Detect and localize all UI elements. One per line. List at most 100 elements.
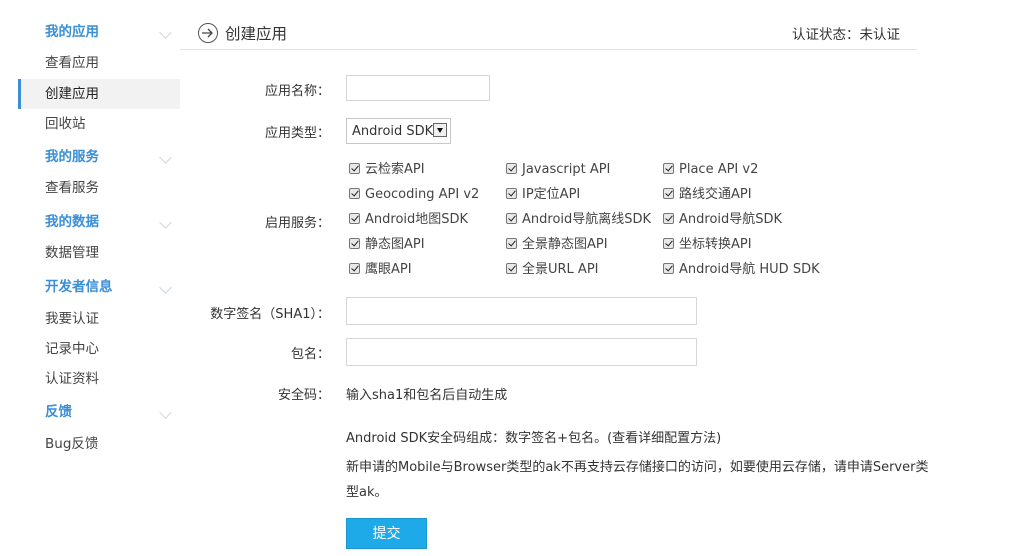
checkbox-checked-icon[interactable] xyxy=(506,188,517,199)
page-header: 创建应用 认证状态：未认证 xyxy=(180,14,917,50)
app-type-select[interactable]: Android SDK xyxy=(346,118,451,144)
package-input[interactable] xyxy=(346,338,697,366)
sidebar-item-label: 记录中心 xyxy=(45,341,99,357)
checkbox-checked-icon[interactable] xyxy=(349,213,360,224)
sidebar-item-create-app[interactable]: 创建应用 xyxy=(18,79,180,109)
service-checkbox[interactable]: 全景静态图API xyxy=(506,235,608,255)
service-label: Javascript API xyxy=(522,162,611,177)
service-checkbox[interactable]: 鹰眼API xyxy=(349,260,412,280)
sidebar: 我的应用 查看应用 创建应用 回收站 我的服务 查看服务 我的数据 数据管理 开… xyxy=(0,0,180,556)
chevron-down-icon xyxy=(159,151,172,164)
sidebar-item-label: 回收站 xyxy=(45,116,86,132)
app-name-label: 应用名称： xyxy=(264,84,330,99)
checkbox-checked-icon[interactable] xyxy=(663,263,674,274)
checkbox-checked-icon[interactable] xyxy=(663,213,674,224)
security-code-label: 安全码： xyxy=(277,388,330,403)
sidebar-section-feedback[interactable]: 反馈 xyxy=(18,397,180,427)
checkbox-checked-icon[interactable] xyxy=(506,213,517,224)
chevron-down-icon xyxy=(159,216,172,229)
service-checkbox[interactable]: 路线交通API xyxy=(663,185,752,205)
sidebar-item-label: 数据管理 xyxy=(45,245,99,261)
checkbox-checked-icon[interactable] xyxy=(506,263,517,274)
service-label: 坐标转换API xyxy=(679,237,752,252)
sidebar-section-title: 反馈 xyxy=(45,404,72,420)
service-checkbox[interactable]: Android导航离线SDK xyxy=(506,210,651,230)
service-label: Android导航离线SDK xyxy=(522,212,652,227)
service-checkbox[interactable]: Android地图SDK xyxy=(349,210,468,230)
service-label: Geocoding API v2 xyxy=(365,187,480,202)
submit-button[interactable]: 提交 xyxy=(346,518,427,549)
sidebar-section-title: 我的应用 xyxy=(45,24,99,40)
sidebar-item-label: 查看应用 xyxy=(45,55,99,71)
sidebar-item-apply-certification[interactable]: 我要认证 xyxy=(18,304,180,334)
sha1-input[interactable] xyxy=(346,297,697,325)
service-label: 路线交通API xyxy=(679,187,752,202)
chevron-down-icon xyxy=(159,26,172,39)
checkbox-checked-icon[interactable] xyxy=(349,263,360,274)
checkbox-checked-icon[interactable] xyxy=(349,163,360,174)
service-label: 鹰眼API xyxy=(365,262,412,277)
service-checkbox[interactable]: 坐标转换API xyxy=(663,235,752,255)
service-checkbox[interactable]: 云检索API xyxy=(349,160,425,180)
service-checkbox[interactable]: 静态图API xyxy=(349,235,425,255)
storage-notice-line1: 新申请的Mobile与Browser类型的ak不再支持云存储接口的访问，如要使用… xyxy=(346,460,929,475)
service-checkbox[interactable]: Place API v2 xyxy=(663,160,758,180)
service-checkbox[interactable]: Javascript API xyxy=(506,160,610,180)
checkbox-checked-icon[interactable] xyxy=(663,188,674,199)
sidebar-item-label: Bug反馈 xyxy=(45,436,99,452)
service-checkbox[interactable]: IP定位API xyxy=(506,185,580,205)
sidebar-item-view-apps[interactable]: 查看应用 xyxy=(18,48,180,78)
dropdown-arrow-icon[interactable] xyxy=(433,123,447,137)
service-label: Android地图SDK xyxy=(365,212,469,227)
sidebar-section-title: 我的服务 xyxy=(45,149,99,165)
service-label: IP定位API xyxy=(522,187,581,202)
services-label: 启用服务： xyxy=(264,216,330,231)
app-type-label: 应用类型： xyxy=(264,126,330,141)
security-code-value: 输入sha1和包名后自动生成 xyxy=(346,388,508,403)
certification-status: 认证状态：未认证 xyxy=(792,27,900,43)
checkbox-checked-icon[interactable] xyxy=(506,163,517,174)
sidebar-item-label: 认证资料 xyxy=(45,371,99,387)
service-label: 全景URL API xyxy=(522,262,599,277)
sidebar-section-my-services[interactable]: 我的服务 xyxy=(18,142,180,172)
sidebar-item-data-management[interactable]: 数据管理 xyxy=(18,238,180,268)
checkbox-checked-icon[interactable] xyxy=(663,238,674,249)
sidebar-section-title: 开发者信息 xyxy=(45,279,113,295)
service-label: 云检索API xyxy=(365,162,425,177)
checkbox-checked-icon[interactable] xyxy=(663,163,674,174)
app-type-value: Android SDK xyxy=(352,124,434,139)
package-label: 包名： xyxy=(290,347,330,362)
sidebar-item-label: 创建应用 xyxy=(45,86,99,102)
sidebar-item-bug-feedback[interactable]: Bug反馈 xyxy=(18,429,180,459)
sidebar-item-label: 我要认证 xyxy=(45,311,99,327)
sidebar-item-certification-info[interactable]: 认证资料 xyxy=(18,364,180,394)
sidebar-section-title: 我的数据 xyxy=(45,214,99,230)
sidebar-item-recycle-bin[interactable]: 回收站 xyxy=(18,109,180,139)
service-label: Place API v2 xyxy=(679,162,759,177)
sidebar-section-developer-info[interactable]: 开发者信息 xyxy=(18,272,180,302)
checkbox-checked-icon[interactable] xyxy=(349,238,360,249)
page-title: 创建应用 xyxy=(225,25,288,43)
service-label: Android导航SDK xyxy=(679,212,783,227)
sidebar-item-view-services[interactable]: 查看服务 xyxy=(18,173,180,203)
sidebar-section-my-data[interactable]: 我的数据 xyxy=(18,207,180,237)
service-checkbox[interactable]: Geocoding API v2 xyxy=(349,185,479,205)
checkbox-checked-icon[interactable] xyxy=(506,238,517,249)
security-code-note: Android SDK安全码组成：数字签名+包名。(查看详细配置方法) xyxy=(346,431,722,446)
sha1-label: 数字签名（SHA1）： xyxy=(210,307,330,322)
service-checkbox[interactable]: Android导航 HUD SDK xyxy=(663,260,820,280)
chevron-down-icon xyxy=(159,281,172,294)
service-checkbox[interactable]: Android导航SDK xyxy=(663,210,782,230)
arrow-circle-icon xyxy=(198,23,218,43)
service-label: 静态图API xyxy=(365,237,425,252)
service-label: Android导航 HUD SDK xyxy=(679,262,820,277)
sidebar-item-label: 查看服务 xyxy=(45,180,99,196)
service-label: 全景静态图API xyxy=(522,237,608,252)
app-name-input[interactable] xyxy=(346,75,490,101)
sidebar-item-record-center[interactable]: 记录中心 xyxy=(18,334,180,364)
checkbox-checked-icon[interactable] xyxy=(349,188,360,199)
service-checkbox[interactable]: 全景URL API xyxy=(506,260,599,280)
storage-notice-line2: 型ak。 xyxy=(346,485,388,500)
sidebar-section-my-apps[interactable]: 我的应用 xyxy=(18,17,180,47)
chevron-down-icon xyxy=(159,406,172,419)
